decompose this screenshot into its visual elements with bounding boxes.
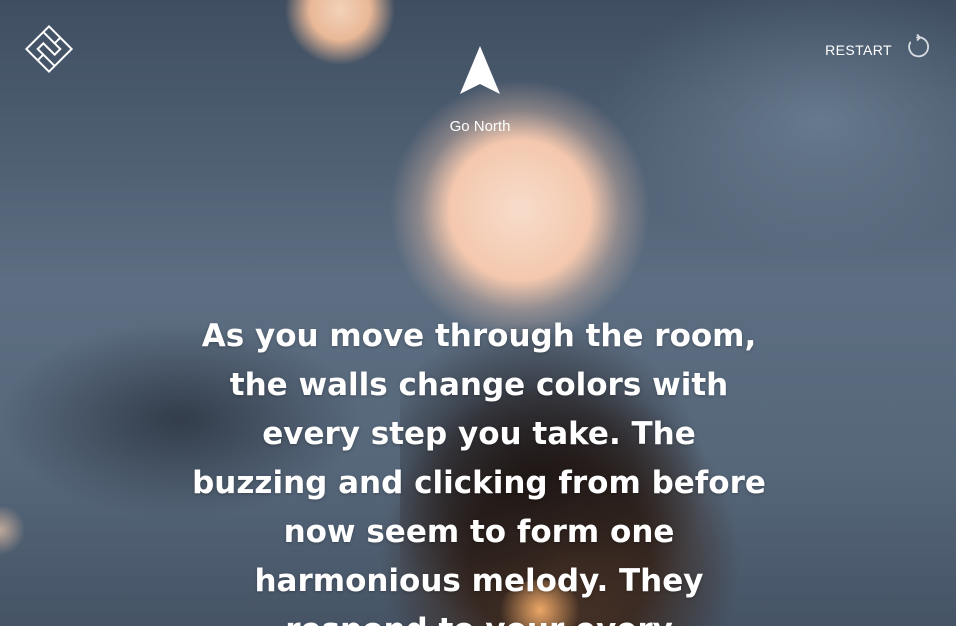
go-north-button[interactable]: Go North — [440, 44, 520, 135]
story-text: As you move through the room, the walls … — [192, 318, 766, 626]
north-arrow-icon — [440, 44, 520, 96]
maze-logo-icon[interactable] — [24, 24, 74, 74]
restart-button[interactable]: RESTART — [825, 33, 932, 65]
go-north-label: Go North — [449, 118, 511, 135]
restart-label: RESTART — [825, 41, 892, 58]
restart-icon — [906, 33, 932, 65]
